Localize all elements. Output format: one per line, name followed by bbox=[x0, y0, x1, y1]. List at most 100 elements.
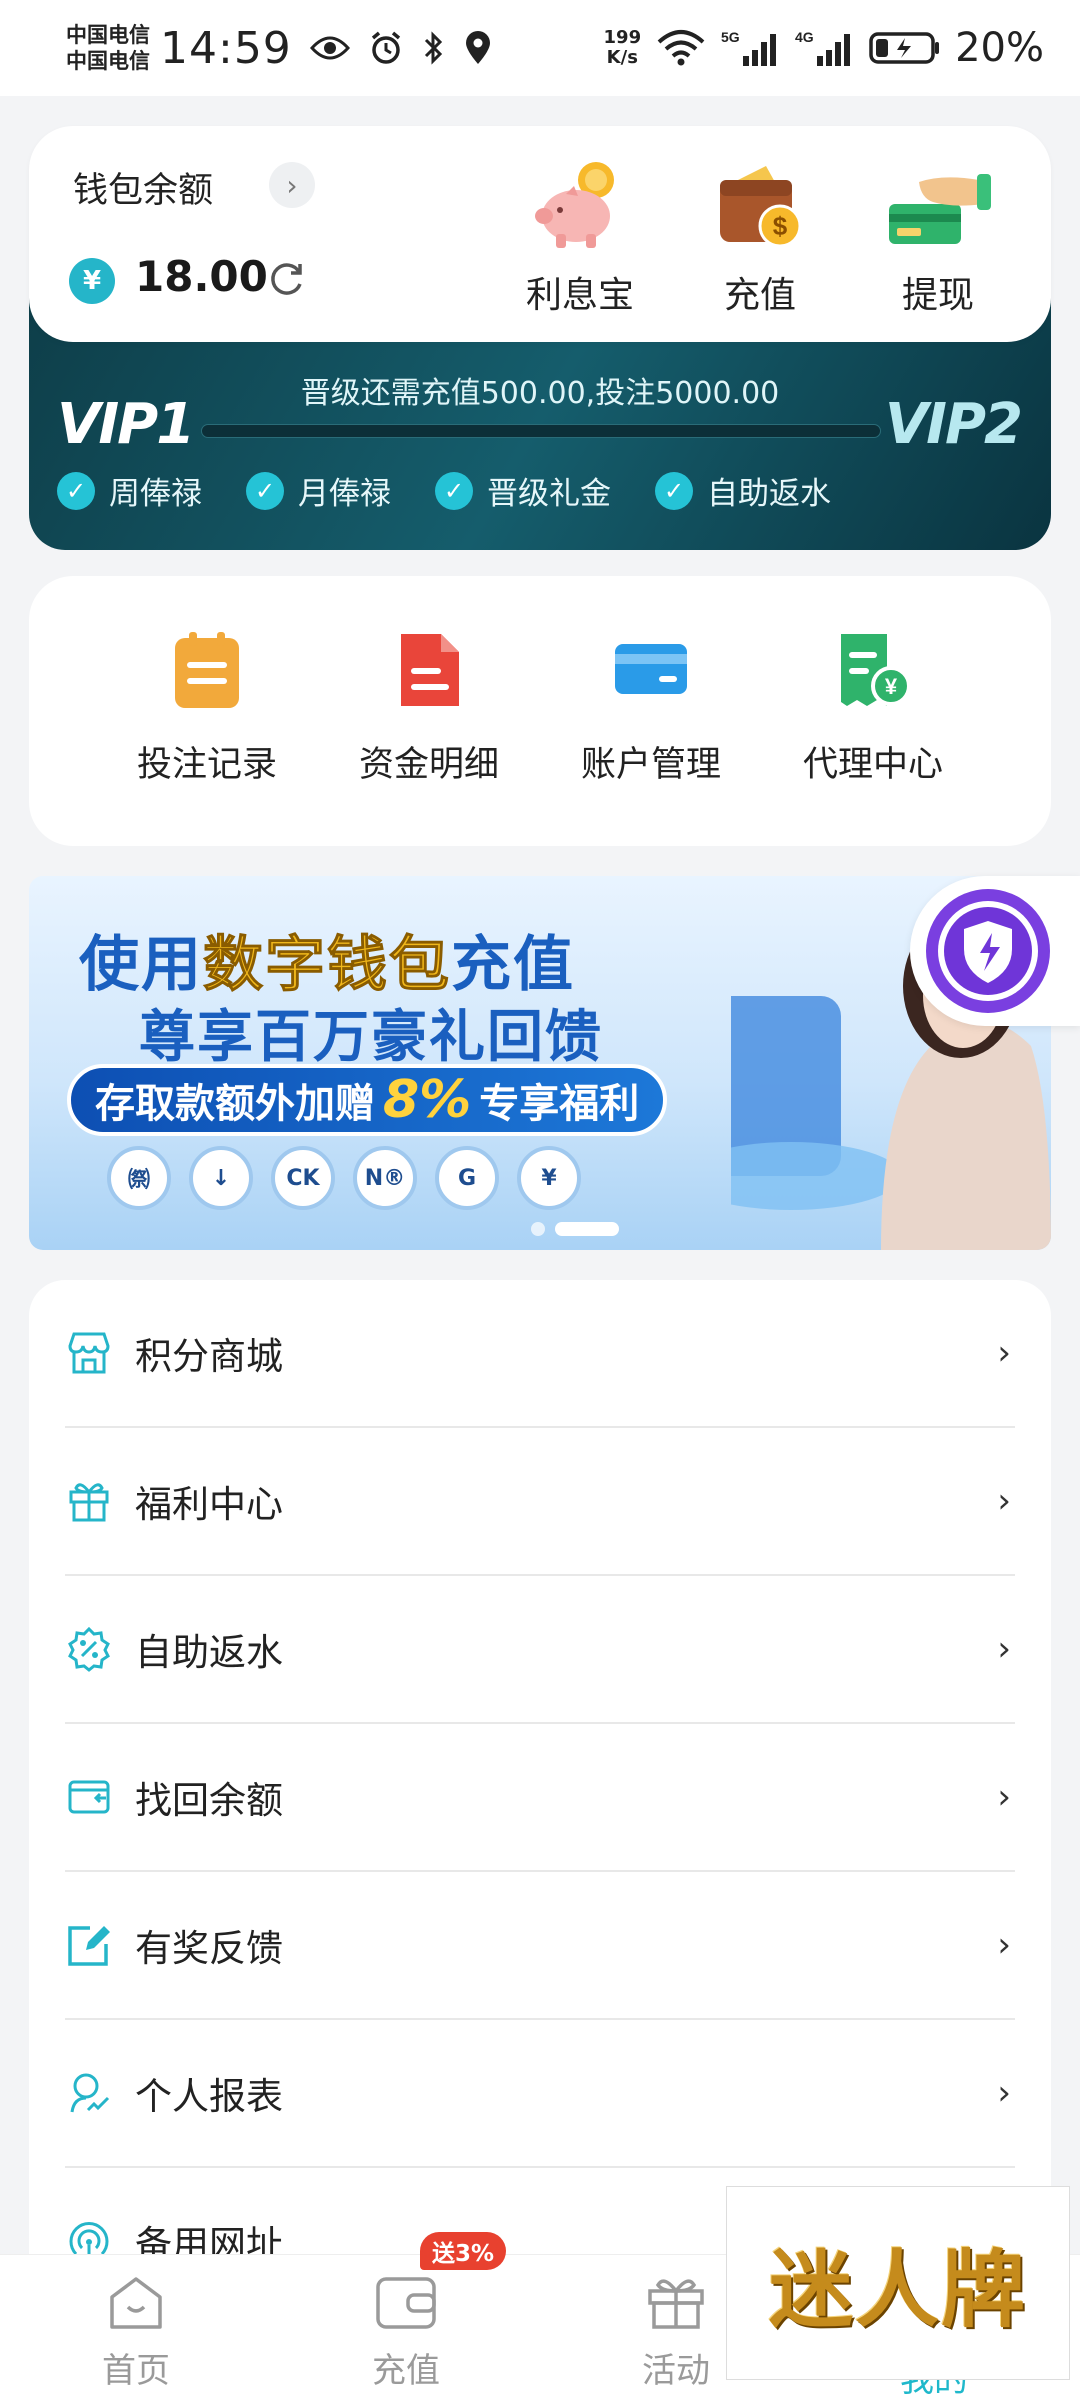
list-item-label: 个人报表 bbox=[135, 2075, 283, 2118]
status-bar: 中国电信 中国电信 14:59 199 K/s 5G 4G 20% bbox=[0, 0, 1080, 96]
wallet-logo: ↓ bbox=[189, 1146, 253, 1210]
check-icon: ✓ bbox=[655, 471, 693, 510]
agent-center-button[interactable]: ¥ 代理中心 bbox=[773, 630, 973, 787]
agent-center-label: 代理中心 bbox=[802, 745, 943, 785]
svg-text:¥: ¥ bbox=[885, 674, 898, 699]
carrier-labels: 中国电信 中国电信 bbox=[66, 22, 150, 74]
svg-text:5G: 5G bbox=[721, 29, 740, 45]
list-item-label: 有奖反馈 bbox=[135, 1927, 283, 1970]
perk-label: 晋级礼金 bbox=[487, 476, 611, 512]
signal-5g-icon: 5G bbox=[721, 29, 777, 66]
carousel-dot[interactable] bbox=[531, 1222, 545, 1236]
battery-icon bbox=[869, 32, 940, 64]
check-icon: ✓ bbox=[435, 471, 473, 510]
wallet-logo: G bbox=[435, 1146, 499, 1210]
signal-4g-icon: 4G bbox=[795, 29, 851, 66]
perk-label: 月俸禄 bbox=[298, 476, 391, 512]
piggy-bank-icon bbox=[535, 162, 614, 248]
list-item-label: 自助返水 bbox=[135, 1631, 283, 1674]
carrier-1: 中国电信 bbox=[66, 23, 150, 47]
fund-details-label: 资金明细 bbox=[358, 745, 499, 785]
vip-perks: ✓ 周俸禄 ✓ 月俸禄 ✓ 晋级礼金 ✓ 自助返水 bbox=[57, 468, 831, 513]
list-item-points-mall[interactable]: 积分商城 › bbox=[65, 1280, 1015, 1428]
wallet-logo: ¥ bbox=[517, 1146, 581, 1210]
promo-headline-b: 充值 bbox=[451, 930, 575, 1000]
percent-badge-icon bbox=[65, 1625, 113, 1673]
list-item-feedback[interactable]: 有奖反馈 › bbox=[65, 1872, 1015, 2020]
wallet-card: 钱包余额 › ¥ 18.00 利息宝 $ 充值 提现 bbox=[29, 126, 1051, 342]
withdraw-button[interactable]: 提现 bbox=[863, 158, 1013, 318]
bet-records-label: 投注记录 bbox=[136, 745, 277, 785]
nav-recharge-label: 充值 bbox=[372, 2351, 440, 2391]
chevron-right-icon: › bbox=[997, 1777, 1011, 1817]
vip-perk-monthly: ✓ 月俸禄 bbox=[246, 468, 391, 513]
chevron-right-icon: › bbox=[997, 1629, 1011, 1669]
check-icon: ✓ bbox=[57, 471, 95, 510]
net-speed-unit: K/s bbox=[606, 47, 638, 68]
wallet-title[interactable]: 钱包余额 bbox=[73, 162, 213, 213]
wallet-detail-arrow-icon[interactable]: › bbox=[269, 162, 315, 208]
promo-pill-a: 存取款额外加赠 bbox=[95, 1081, 375, 1127]
wallet-return-icon bbox=[65, 1773, 113, 1821]
document-icon bbox=[401, 634, 459, 706]
interest-treasure-button[interactable]: 利息宝 bbox=[505, 158, 655, 318]
withdraw-label: 提现 bbox=[901, 275, 974, 316]
chevron-right-icon: › bbox=[997, 1925, 1011, 1965]
hand-card-icon bbox=[889, 174, 991, 244]
list-item-label: 找回余额 bbox=[135, 1779, 283, 1822]
recharge-button[interactable]: $ 充值 bbox=[685, 158, 835, 318]
card-icon bbox=[615, 644, 687, 694]
wifi-icon bbox=[657, 30, 705, 66]
gift-icon bbox=[65, 1477, 113, 1525]
promo-headline: 使用数字钱包充值 bbox=[79, 916, 575, 1003]
promo-headline-a: 使用 bbox=[79, 930, 203, 1000]
fund-details-button[interactable]: 资金明细 bbox=[329, 630, 529, 787]
menu-list-card: 积分商城 › 福利中心 › 自助返水 › 找回余额 › 有奖反馈 › 个人报表 … bbox=[29, 1280, 1051, 2280]
chevron-right-icon: › bbox=[997, 1481, 1011, 1521]
list-item-recover-balance[interactable]: 找回余额 › bbox=[65, 1724, 1015, 1872]
person-chart-icon bbox=[65, 2069, 113, 2117]
alarm-icon bbox=[371, 31, 400, 64]
list-item-personal-report[interactable]: 个人报表 › bbox=[65, 2020, 1015, 2168]
eye-icon bbox=[309, 36, 350, 60]
clipboard-icon bbox=[175, 632, 239, 708]
perk-label: 自助返水 bbox=[707, 476, 831, 512]
promo-pill-b: 专享福利 bbox=[479, 1081, 640, 1127]
account-management-label: 账户管理 bbox=[580, 745, 721, 785]
battery-percent: 20% bbox=[955, 25, 1044, 71]
nav-home[interactable]: 首页 bbox=[56, 2273, 216, 2392]
wallet-coin-icon: $ bbox=[720, 166, 802, 248]
check-icon: ✓ bbox=[246, 471, 284, 510]
bet-records-button[interactable]: 投注记录 bbox=[107, 630, 307, 787]
wallet-balance: 18.00 bbox=[135, 252, 268, 301]
nav-home-label: 首页 bbox=[102, 2351, 170, 2391]
account-management-button[interactable]: 账户管理 bbox=[551, 630, 751, 787]
promo-bonus-pill: 存取款额外加赠 8% 专享福利 bbox=[67, 1064, 667, 1136]
net-speed: 199 K/s bbox=[604, 28, 642, 68]
wallet-logo: N® bbox=[353, 1146, 417, 1210]
list-item-self-rebate[interactable]: 自助返水 › bbox=[65, 1576, 1015, 1724]
list-item-welfare-center[interactable]: 福利中心 › bbox=[65, 1428, 1015, 1576]
refresh-icon[interactable] bbox=[265, 258, 307, 300]
gift-nav-icon bbox=[648, 2279, 704, 2329]
promo-headline-highlight: 数字钱包 bbox=[203, 930, 451, 1001]
list-item-label: 福利中心 bbox=[135, 1483, 283, 1526]
perk-label: 周俸禄 bbox=[109, 476, 202, 512]
chevron-right-icon: › bbox=[997, 1333, 1011, 1373]
vip-perk-weekly: ✓ 周俸禄 bbox=[57, 468, 202, 513]
security-shield-button[interactable] bbox=[910, 876, 1080, 1026]
wallet-logo: ㉀ bbox=[107, 1146, 171, 1210]
chevron-right-icon: › bbox=[997, 2073, 1011, 2113]
nav-recharge[interactable]: 充值 bbox=[326, 2273, 486, 2392]
promo-banner[interactable]: 使用数字钱包充值 尊享百万豪礼回馈 存取款额外加赠 8% 专享福利 ㉀ ↓ CK… bbox=[29, 876, 1051, 1250]
clock: 14:59 bbox=[160, 22, 292, 74]
quick-menu-card: 投注记录 资金明细 账户管理 ¥ 代理中心 bbox=[29, 576, 1051, 846]
vip-progress-bar bbox=[201, 424, 881, 438]
carousel-dot-active[interactable] bbox=[555, 1222, 619, 1236]
watermark-text: 迷人牌 bbox=[768, 2239, 1027, 2339]
recharge-label: 充值 bbox=[723, 275, 796, 316]
promo-subheadline: 尊享百万豪礼回馈 bbox=[139, 1005, 603, 1070]
vip-perk-rebate: ✓ 自助返水 bbox=[655, 468, 831, 513]
vip-current-level: VIP1 bbox=[57, 392, 195, 457]
carousel-dots bbox=[29, 1222, 1051, 1236]
